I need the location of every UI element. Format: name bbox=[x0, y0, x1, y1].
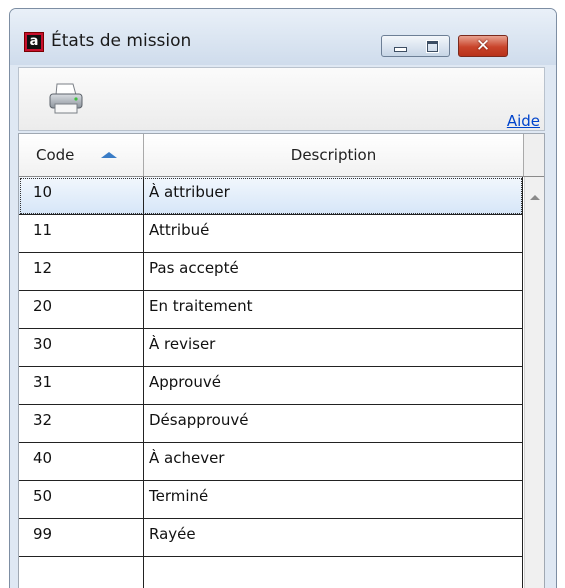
app-logo-icon: a bbox=[24, 32, 44, 52]
table-row[interactable]: 12 Pas accepté bbox=[19, 253, 523, 291]
maximize-button[interactable] bbox=[416, 35, 450, 57]
cell-description: À attribuer bbox=[144, 177, 523, 214]
title-bar[interactable]: a États de mission ✕ bbox=[10, 9, 556, 65]
vertical-scrollbar[interactable] bbox=[524, 177, 544, 588]
column-header-code-label: Code bbox=[36, 146, 75, 164]
scroll-up-arrow-icon[interactable] bbox=[530, 195, 540, 200]
cell-code: 50 bbox=[19, 481, 144, 518]
app-logo-letter: a bbox=[27, 35, 41, 49]
empty-row[interactable] bbox=[19, 557, 523, 588]
table-header: Code Description bbox=[19, 134, 544, 177]
maximize-icon bbox=[427, 41, 438, 52]
table-row[interactable]: 10 À attribuer bbox=[19, 177, 523, 215]
header-spacer bbox=[524, 134, 544, 176]
window: a États de mission ✕ Aide Code Descripti… bbox=[9, 8, 557, 588]
cell-description: En traitement bbox=[144, 291, 523, 328]
empty-cell-description bbox=[144, 557, 523, 588]
table-row[interactable]: 20 En traitement bbox=[19, 291, 523, 329]
cell-code: 11 bbox=[19, 215, 144, 252]
column-header-description-label: Description bbox=[290, 146, 377, 164]
table-row[interactable]: 31 Approuvé bbox=[19, 367, 523, 405]
cell-description: Approuvé bbox=[144, 367, 523, 404]
cell-code: 10 bbox=[19, 177, 144, 214]
window-title: États de mission bbox=[51, 31, 192, 51]
empty-cell-code bbox=[19, 557, 144, 588]
states-table: Code Description 10 À attribuer 11 Attri… bbox=[18, 133, 545, 588]
cell-description: Attribué bbox=[144, 215, 523, 252]
cell-description: Rayée bbox=[144, 519, 523, 556]
cell-code: 40 bbox=[19, 443, 144, 480]
table-row[interactable]: 50 Terminé bbox=[19, 481, 523, 519]
table-body: 10 À attribuer 11 Attribué 12 Pas accept… bbox=[19, 177, 523, 557]
cell-description: Désapprouvé bbox=[144, 405, 523, 442]
cell-description: Terminé bbox=[144, 481, 523, 518]
cell-code: 30 bbox=[19, 329, 144, 366]
help-link[interactable]: Aide bbox=[507, 112, 540, 130]
cell-code: 99 bbox=[19, 519, 144, 556]
toolbar: Aide bbox=[18, 67, 545, 131]
minimize-icon bbox=[394, 47, 407, 52]
cell-code: 31 bbox=[19, 367, 144, 404]
printer-icon[interactable] bbox=[47, 82, 85, 116]
table-row[interactable]: 11 Attribué bbox=[19, 215, 523, 253]
minimize-button[interactable] bbox=[381, 35, 417, 57]
cell-description: À reviser bbox=[144, 329, 523, 366]
cell-description: Pas accepté bbox=[144, 253, 523, 290]
cell-code: 12 bbox=[19, 253, 144, 290]
table-row[interactable]: 40 À achever bbox=[19, 443, 523, 481]
cell-code: 20 bbox=[19, 291, 144, 328]
table-row[interactable]: 30 À reviser bbox=[19, 329, 523, 367]
cell-description: À achever bbox=[144, 443, 523, 480]
table-row[interactable]: 99 Rayée bbox=[19, 519, 523, 557]
column-header-description[interactable]: Description bbox=[144, 134, 524, 176]
column-header-code[interactable]: Code bbox=[19, 134, 144, 176]
close-button[interactable]: ✕ bbox=[458, 35, 508, 57]
close-icon: ✕ bbox=[475, 36, 491, 56]
sort-ascending-icon bbox=[101, 152, 117, 158]
cell-code: 32 bbox=[19, 405, 144, 442]
table-row[interactable]: 32 Désapprouvé bbox=[19, 405, 523, 443]
